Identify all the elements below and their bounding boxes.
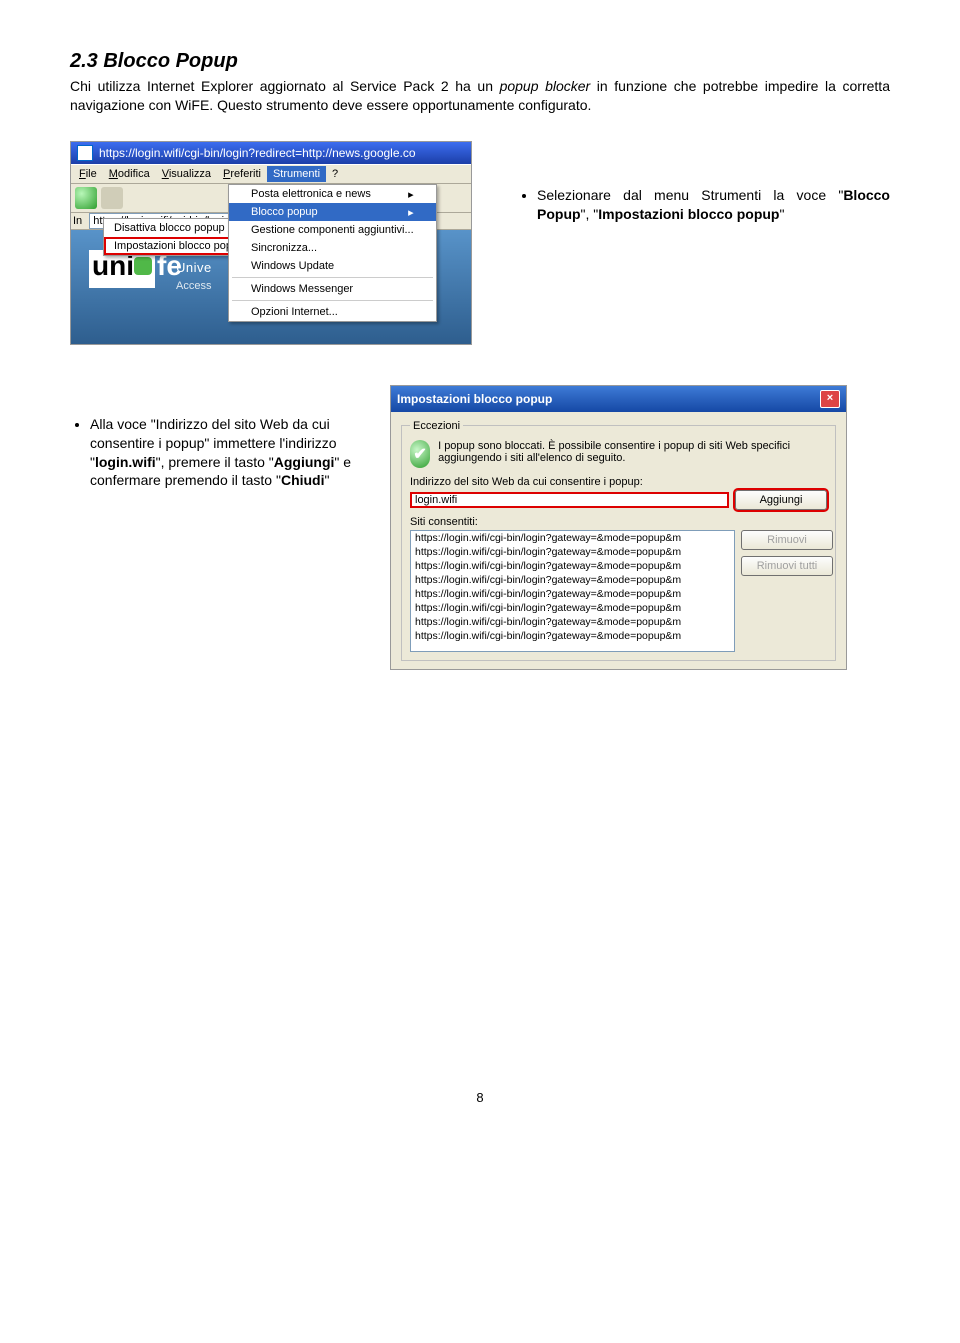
tools-blocco-popup[interactable]: Blocco popup	[229, 203, 436, 221]
ie-titlebar: https://login.wifi/cgi-bin/login?redirec…	[71, 142, 471, 164]
remove-button[interactable]: Rimuovi	[741, 530, 833, 550]
window-title: https://login.wifi/cgi-bin/login?redirec…	[99, 146, 416, 160]
menu-edit[interactable]: Modifica	[103, 166, 156, 182]
instruction-2: Alla voce "Indirizzo del sito Web da cui…	[70, 385, 360, 491]
site-line1: Unive	[176, 260, 212, 275]
section-title: 2.3 Blocco Popup	[70, 50, 890, 73]
menu-help[interactable]: ?	[326, 166, 344, 182]
menu-file[interactable]: File	[73, 166, 103, 182]
list-item[interactable]: https://login.wifi/cgi-bin/login?gateway…	[411, 587, 734, 601]
tools-addons[interactable]: Gestione componenti aggiuntivi...	[229, 221, 436, 239]
tools-winupdate[interactable]: Windows Update	[229, 257, 436, 275]
add-button[interactable]: Aggiungi	[735, 490, 827, 510]
menu-fav[interactable]: Preferiti	[217, 166, 267, 182]
allowed-list-label: Siti consentiti:	[410, 516, 827, 528]
list-item[interactable]: https://login.wifi/cgi-bin/login?gateway…	[411, 545, 734, 559]
fwd-button[interactable]	[101, 187, 123, 209]
back-button[interactable]	[75, 187, 97, 209]
screenshot-ie-menus: https://login.wifi/cgi-bin/login?redirec…	[70, 141, 472, 345]
list-item[interactable]: https://login.wifi/cgi-bin/login?gateway…	[411, 531, 734, 545]
tools-messenger[interactable]: Windows Messenger	[229, 280, 436, 298]
site-line2: Access	[176, 280, 211, 292]
page-number: 8	[70, 1090, 890, 1105]
list-item[interactable]: https://login.wifi/cgi-bin/login?gateway…	[411, 601, 734, 615]
fieldset-legend: Eccezioni	[410, 420, 463, 432]
ie-icon	[77, 145, 93, 161]
address-field-label: Indirizzo del sito Web da cui consentire…	[410, 476, 827, 488]
remove-all-button[interactable]: Rimuovi tutti	[741, 556, 833, 576]
tools-menu: Posta elettronica e news Blocco popup Ge…	[228, 184, 437, 322]
address-input-field[interactable]: login.wifi	[410, 492, 729, 508]
list-item[interactable]: https://login.wifi/cgi-bin/login?gateway…	[411, 615, 734, 629]
list-item[interactable]: https://login.wifi/cgi-bin/login?gateway…	[411, 629, 734, 643]
dlg-titlebar: Impostazioni blocco popup ×	[391, 386, 846, 412]
allowed-sites-list[interactable]: https://login.wifi/cgi-bin/login?gateway…	[410, 530, 735, 652]
screenshot-popup-settings: Impostazioni blocco popup × Eccezioni ✔ …	[390, 385, 847, 670]
exceptions-fieldset: Eccezioni ✔ I popup sono bloccati. È pos…	[401, 420, 836, 661]
menu-view[interactable]: Visualizza	[156, 166, 217, 182]
intro-paragraph: Chi utilizza Internet Explorer aggiornat…	[70, 77, 890, 115]
tools-inetopts[interactable]: Opzioni Internet...	[229, 303, 436, 321]
menu-tools[interactable]: Strumenti	[267, 166, 326, 182]
note-text: I popup sono bloccati. È possibile conse…	[438, 440, 827, 464]
instruction-1: Selezionare dal menu Strumenti la voce "…	[517, 141, 890, 224]
close-icon[interactable]: ×	[820, 390, 840, 408]
tools-sync[interactable]: Sincronizza...	[229, 239, 436, 257]
tools-mail-news[interactable]: Posta elettronica e news	[229, 185, 436, 203]
dlg-title: Impostazioni blocco popup	[397, 392, 552, 406]
list-item[interactable]: https://login.wifi/cgi-bin/login?gateway…	[411, 559, 734, 573]
ie-menubar: File Modifica Visualizza Preferiti Strum…	[71, 164, 471, 184]
address-label: In	[73, 215, 86, 227]
info-icon: ✔	[410, 440, 430, 468]
list-item[interactable]: https://login.wifi/cgi-bin/login?gateway…	[411, 573, 734, 587]
